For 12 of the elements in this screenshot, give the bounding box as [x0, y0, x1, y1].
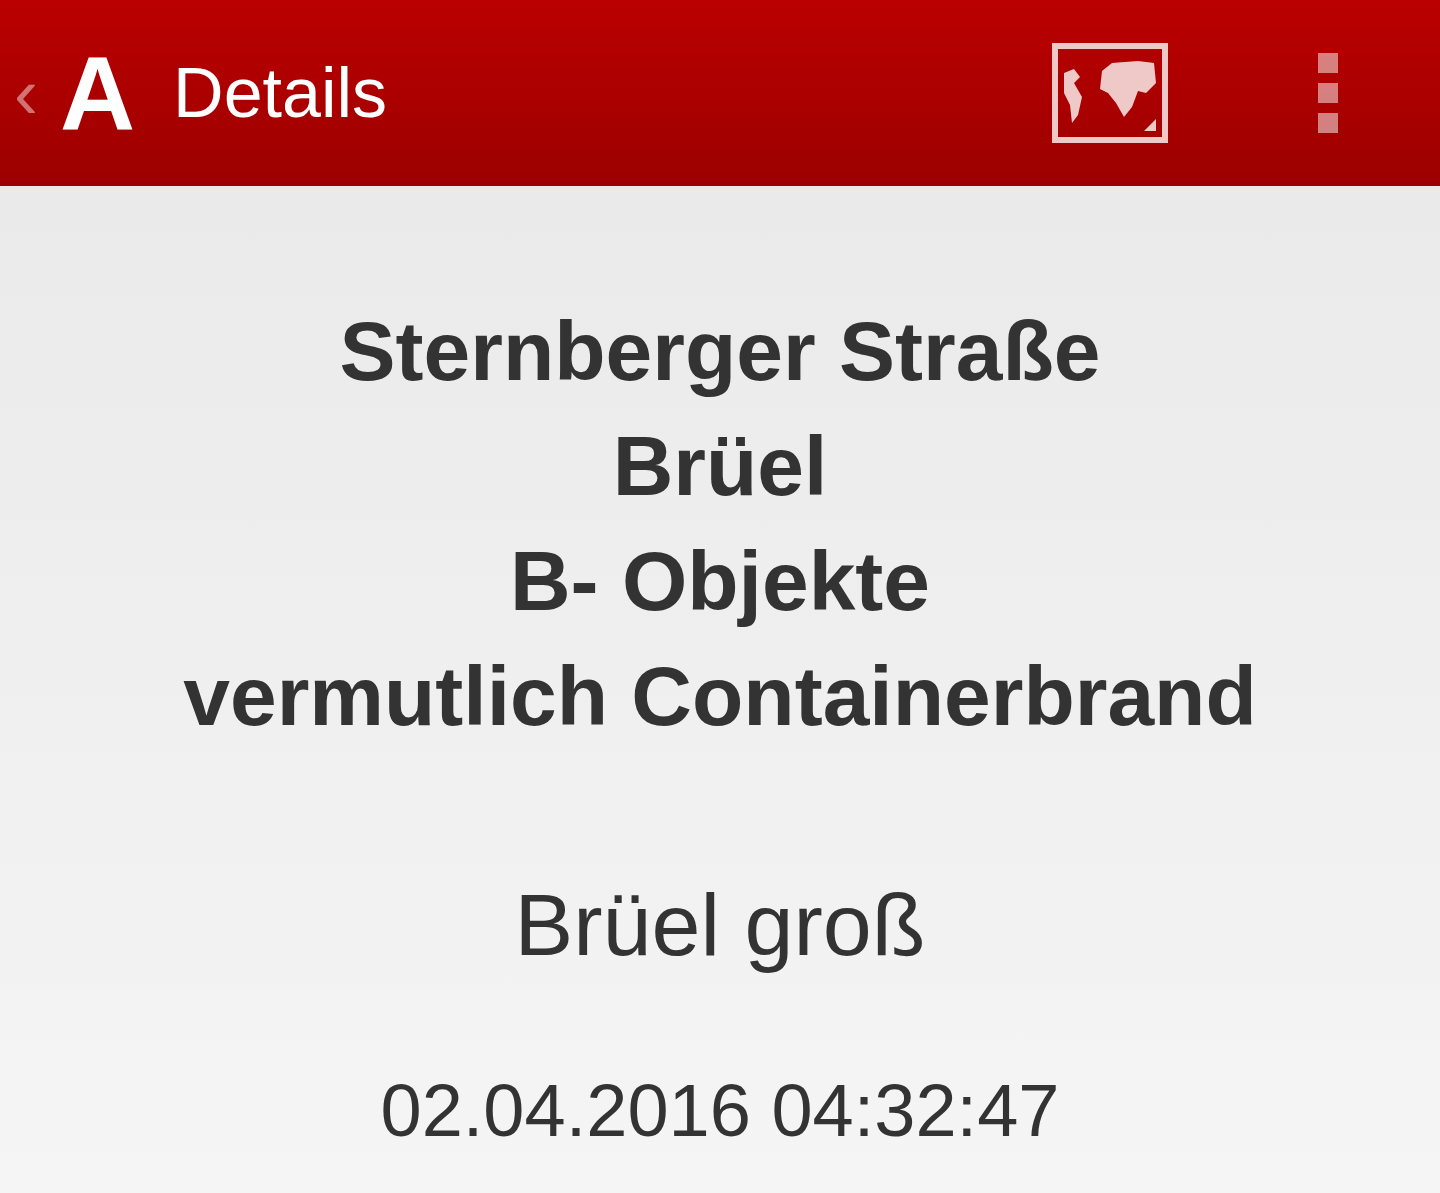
- unit-text: Brüel groß: [514, 874, 926, 976]
- incident-line: Sternberger Straße: [339, 303, 1101, 400]
- world-map-icon: [1052, 43, 1168, 143]
- screen-title: Details: [173, 53, 389, 133]
- map-button[interactable]: [1052, 43, 1168, 143]
- app-logo: A: [60, 41, 136, 145]
- incident-line: Brüel: [612, 418, 828, 515]
- back-button[interactable]: ‹: [14, 57, 38, 129]
- overflow-menu-icon[interactable]: [1318, 53, 1340, 133]
- incident-line: vermutlich Containerbrand: [183, 648, 1257, 745]
- timestamp: 02.04.2016 04:32:47: [380, 1068, 1060, 1153]
- incident-line: B- Objekte: [509, 533, 931, 630]
